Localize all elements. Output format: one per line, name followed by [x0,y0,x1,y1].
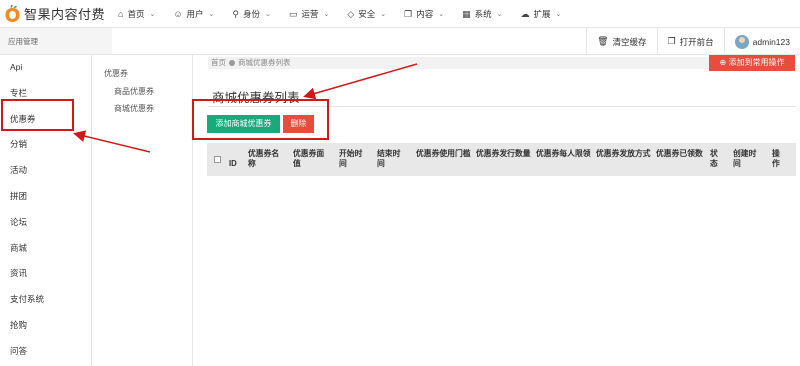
column-header-claimed-count[interactable]: 优惠券已领数 [656,149,704,159]
cloud-icon: ☁ [520,8,530,19]
column-header-threshold[interactable]: 优惠券使用门槛 [416,149,472,159]
top-nav-menu: ⌂ 首页 ⌄ ☺ 用户 ⌄ ⚲ 身份 ⌄ ▭ 运营 ⌄ ◇ 安全 ⌄ ❐ 内容 … [118,0,579,28]
nav-item-system[interactable]: ▦ 系统 ⌄ [462,0,502,28]
sidebar-item-api[interactable]: Api [0,55,91,81]
chevron-down-icon: ⌄ [438,11,445,18]
submenu-item-product-coupon[interactable]: 商品优惠券 [114,86,154,97]
copy-icon: ❐ [667,36,676,46]
monitor-icon: ▭ [288,8,298,19]
logo-icon [5,4,20,22]
clear-cache-button[interactable]: 🗑 清空缓存 [586,28,656,55]
chevron-down-icon: ⌄ [380,11,387,18]
add-to-favorites-button[interactable]: ⊕ 添加到常用操作 [709,55,795,71]
nav-item-home[interactable]: ⌂ 首页 ⌄ [118,0,155,28]
breadcrumb: 首页 商城优惠券列表 [208,57,796,69]
nav-label: 安全 [358,9,376,19]
column-header-name[interactable]: 优惠券名称 [248,149,286,169]
nav-item-security[interactable]: ◇ 安全 ⌄ [347,0,386,28]
column-header-status[interactable]: 状态 [710,149,724,169]
app-logo[interactable]: 智果内容付费 [4,4,105,23]
copy-icon: ❐ [404,8,413,19]
sidebar-item-flash-sale[interactable]: 抢购 [0,313,91,339]
section-label: 应用管理 [8,37,38,46]
chevron-down-icon: ⌄ [555,11,562,18]
chevron-down-icon: ⌄ [149,11,156,18]
shield-icon: ◇ [347,8,355,19]
submenu-panel: 优惠券 商品优惠券 商城优惠券 [92,55,193,366]
column-header-issue-method[interactable]: 优惠券发放方式 [596,149,652,159]
sidebar-item-activity[interactable]: 活动 [0,158,91,184]
identity-icon: ⚲ [232,8,240,19]
nav-label: 身份 [243,9,261,19]
user-menu[interactable]: admin123 [723,28,800,55]
avatar [734,34,749,49]
clear-cache-label: 清空缓存 [612,36,647,47]
home-icon: ⌂ [118,9,124,19]
sidebar-item-group-buy[interactable]: 拼团 [0,184,91,210]
nav-item-content[interactable]: ❐ 内容 ⌄ [404,0,444,28]
column-header-issue-count[interactable]: 优惠券发行数量 [476,149,532,159]
nav-item-user[interactable]: ☺ 用户 ⌄ [173,0,214,28]
chevron-down-icon: ⌄ [208,11,215,18]
sidebar-item-mall[interactable]: 商城 [0,236,91,262]
chevron-down-icon: ⌄ [265,11,271,18]
user-name: admin123 [752,36,790,47]
select-all-checkbox[interactable] [214,156,221,163]
nav-label: 内容 [416,9,434,19]
annotation-box-action-buttons [192,99,329,140]
annotation-box-sidebar-coupon [1,99,74,131]
open-front-label: 打开前台 [679,36,714,47]
column-header-value[interactable]: 优惠券面值 [293,149,331,169]
column-header-start-time[interactable]: 开始时间 [339,149,367,169]
column-header-created-time[interactable]: 创建时间 [733,149,761,169]
submenu-item-mall-coupon[interactable]: 商城优惠券 [114,103,154,114]
nav-item-identity[interactable]: ⚲ 身份 ⌄ [232,0,270,28]
open-front-button[interactable]: ❐ 打开前台 [656,28,724,55]
submenu-group-title: 优惠券 [104,69,128,78]
column-header-end-time[interactable]: 结束时间 [377,149,405,169]
nav-label: 系统 [474,9,492,19]
nav-label: 扩展 [533,9,551,19]
table-header: ID 优惠券名称 优惠券面值 开始时间 结束时间 优惠券使用门槛 优惠券发行数量… [207,143,796,176]
header-tools: 🗑 清空缓存 ❐ 打开前台 admin123 [586,28,800,55]
sidebar-item-forum[interactable]: 论坛 [0,210,91,236]
breadcrumb-current: 商城优惠券列表 [238,58,291,67]
nav-item-operation[interactable]: ▭ 运营 ⌄ [289,0,329,28]
user-icon: ☺ [173,9,183,19]
add-to-favorites-label: 添加到常用操作 [728,58,785,67]
column-header-per-user-limit[interactable]: 优惠券每人限领 [536,149,592,159]
top-navbar: 智果内容付费 ⌂ 首页 ⌄ ☺ 用户 ⌄ ⚲ 身份 ⌄ ▭ 运营 ⌄ ◇ 安全 … [0,0,800,28]
chevron-down-icon: ⌄ [323,11,330,18]
nav-label: 运营 [301,9,319,19]
sidebar-item-payment[interactable]: 支付系统 [0,287,91,313]
grid-icon: ▦ [462,8,471,19]
breadcrumb-home[interactable]: 首页 [211,58,226,67]
chevron-down-icon: ⌄ [496,11,503,18]
sidebar-item-qa[interactable]: 问答 [0,339,91,365]
column-header-id[interactable]: ID [229,159,237,169]
breadcrumb-separator-icon [229,60,235,66]
plus-circle-icon: ⊕ [719,58,727,67]
app-title: 智果内容付费 [24,7,106,22]
nav-label: 用户 [186,9,204,19]
sidebar-item-news[interactable]: 资讯 [0,261,91,287]
column-header-actions[interactable]: 操作 [772,149,786,169]
trash-icon: 🗑 [597,36,609,46]
nav-label: 首页 [127,9,145,19]
nav-item-extension[interactable]: ☁ 扩展 ⌄ [521,0,562,28]
sidebar-item-distribution[interactable]: 分销 [0,132,91,158]
